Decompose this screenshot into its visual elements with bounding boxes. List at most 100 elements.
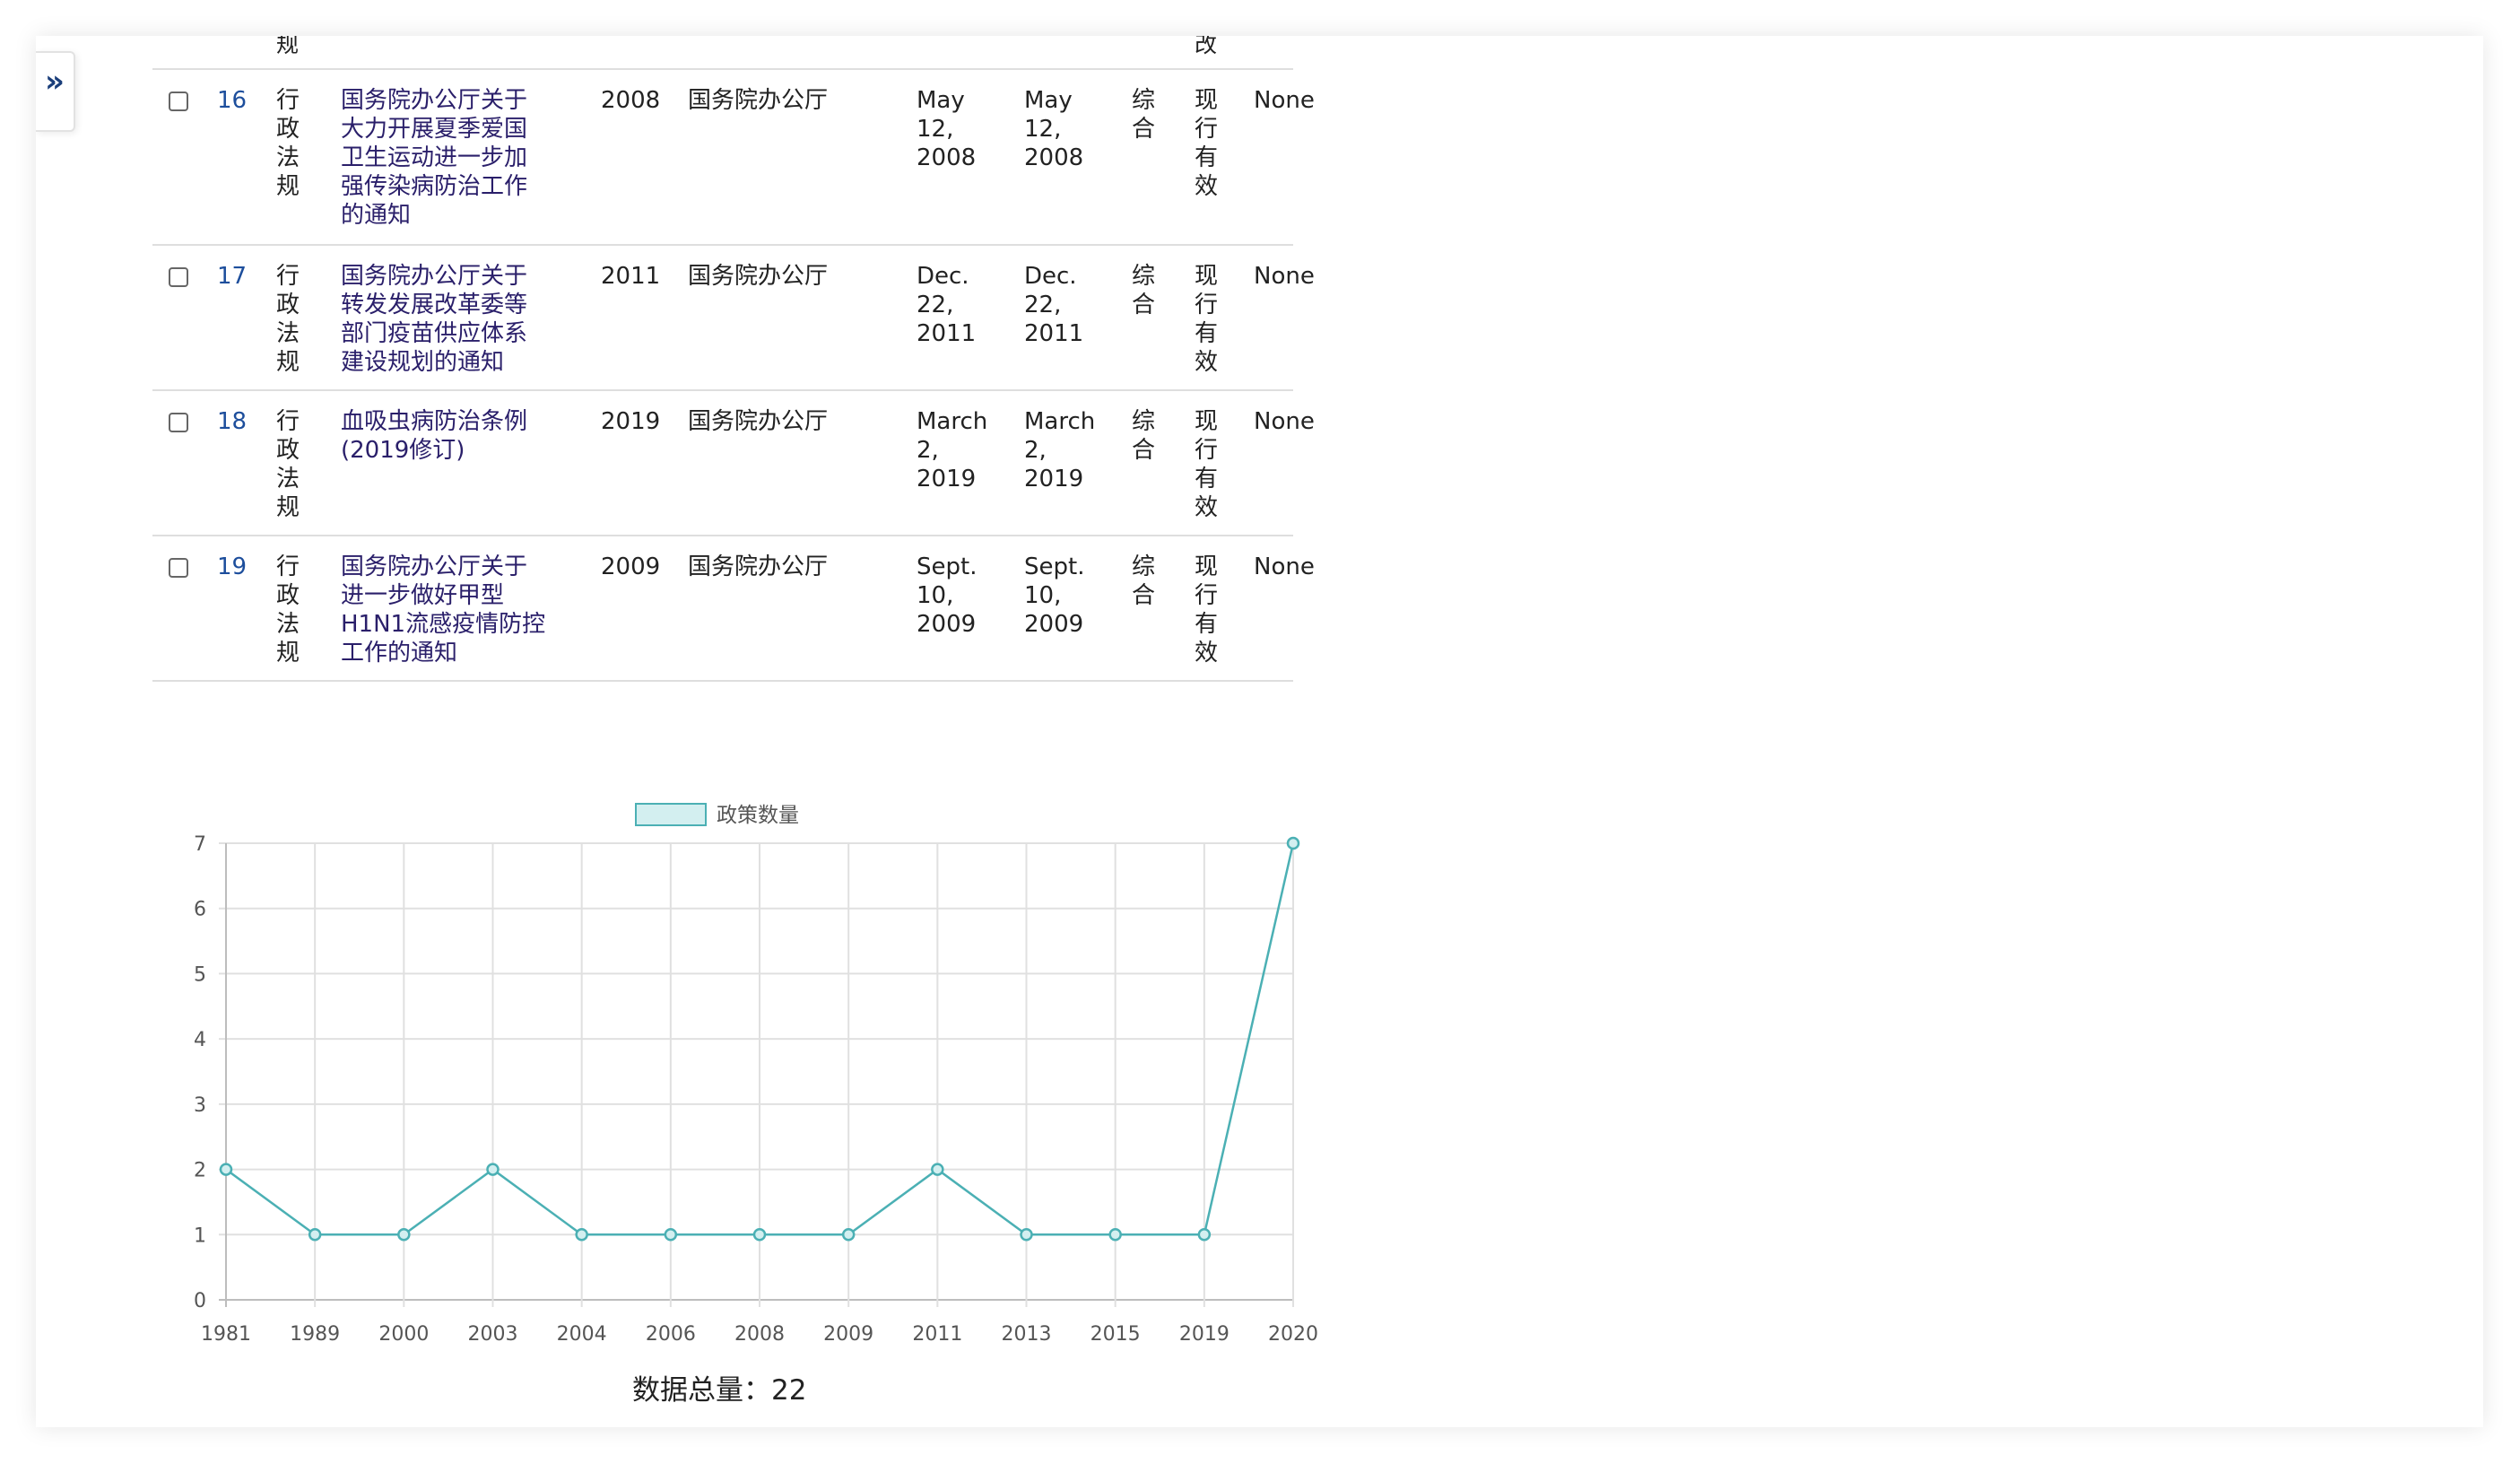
data-point (1020, 1228, 1033, 1242)
status-cell-tail: 改 (1195, 36, 1218, 57)
policy-title-line: 国务院办公厅关于 (341, 553, 528, 580)
x-tick-label: 2006 (646, 1323, 696, 1346)
policy-title-line: 国务院办公厅关于 (341, 263, 528, 290)
x-tick-label: 2003 (468, 1323, 518, 1346)
date-part: 2008 (1024, 144, 1084, 171)
page-card: » 规 改 16 行政法规 国务院办公厅关于 大力开展夏季爱国 卫生运动进一步加 强传染病… (36, 36, 2483, 1427)
date-part: Dec. (1024, 263, 1077, 290)
publish-date-cell: March 2, 2019 (917, 407, 997, 493)
row-select-checkbox[interactable] (169, 558, 188, 578)
extra-cell: None (1254, 87, 1315, 114)
data-point (664, 1228, 678, 1242)
date-part: 10, (1024, 582, 1062, 609)
policy-title-line: 部门疫苗供应体系 (341, 320, 528, 347)
date-part: 2019 (1024, 466, 1084, 492)
row-select-checkbox[interactable] (169, 413, 188, 432)
year-cell: 2009 (601, 553, 661, 580)
x-tick-label: 1981 (201, 1323, 251, 1346)
date-part: 2011 (917, 320, 977, 347)
type-cell: 行政法规 (276, 87, 300, 200)
policy-title-line: 国务院办公厅关于 (341, 87, 528, 114)
data-point (931, 1163, 944, 1176)
publish-date-cell: Dec. 22, 2011 (917, 262, 997, 348)
y-tick-label: 3 (194, 1094, 206, 1117)
data-point (1197, 1228, 1212, 1242)
x-tick-label: 2008 (734, 1323, 785, 1346)
issuing-org-cell: 国务院办公厅 (688, 553, 829, 580)
type-cell-tail: 规 (276, 36, 300, 57)
line-chart-svg: 0 1 2 3 4 5 6 7 1981 1989 2000 2003 2004 2006 2008 2009… (194, 803, 1318, 1346)
policy-table: 规 改 16 行政法规 国务院办公厅关于 大力开展夏季爱国 卫生运动进一步加 强传染病防治… (152, 36, 1315, 682)
date-part: Sept. (1024, 553, 1085, 580)
sidebar-expand-button[interactable]: » (36, 51, 75, 132)
policy-title-line: 的通知 (341, 202, 412, 229)
policy-title-link[interactable]: 国务院办公厅关于 大力开展夏季爱国 卫生运动进一步加 强传染病防治工作 的通知 (341, 86, 556, 230)
date-part: 12, (1024, 116, 1062, 143)
type-cell: 行政法规 (276, 553, 300, 667)
row-select-checkbox[interactable] (169, 92, 188, 111)
y-tick-label: 2 (194, 1160, 206, 1182)
y-tick-label: 6 (194, 899, 206, 921)
data-point (841, 1228, 856, 1242)
x-tick-label: 2009 (823, 1323, 873, 1346)
type-cell: 行政法规 (276, 263, 300, 376)
data-point (397, 1228, 411, 1242)
x-tick-label: 2000 (378, 1323, 429, 1346)
year-cell: 2011 (601, 263, 661, 290)
effective-date-cell: Dec. 22, 2011 (1024, 262, 1105, 348)
data-point (1108, 1228, 1122, 1242)
date-part: 2009 (917, 611, 977, 638)
data-point (308, 1228, 322, 1242)
category-cell: 综合 (1132, 263, 1156, 318)
extra-cell: None (1254, 553, 1315, 580)
policy-title-line: 卫生运动进一步加 (341, 144, 528, 171)
effective-date-cell: May 12, 2008 (1024, 86, 1105, 172)
row-index: 16 (217, 87, 248, 114)
policy-title-line: 大力开展夏季爱国 (341, 116, 528, 143)
data-point (575, 1228, 588, 1242)
date-part: March (917, 408, 988, 435)
issuing-org-cell: 国务院办公厅 (688, 263, 829, 290)
table-row: 17 行政法规 国务院办公厅关于 转发发展改革委等 部门疫苗供应体系 建设规划的通知 201… (152, 246, 1315, 391)
x-tick-label: 2020 (1268, 1323, 1318, 1346)
effective-date-cell: March 2, 2019 (1024, 407, 1105, 493)
y-tick-label: 1 (194, 1224, 206, 1247)
policy-title-line: 进一步做好甲型 (341, 582, 505, 609)
date-part: Dec. (917, 263, 969, 290)
status-cell: 现行有效 (1195, 87, 1219, 200)
issuing-org-cell: 国务院办公厅 (688, 87, 829, 114)
policy-title-line: 建设规划的通知 (341, 349, 505, 376)
publish-date-cell: May 12, 2008 (917, 86, 997, 172)
date-part: 22, (1024, 292, 1062, 318)
policy-title-link[interactable]: 国务院办公厅关于 进一步做好甲型 H1N1流感疫情防控 工作的通知 (341, 553, 556, 667)
year-cell: 2008 (601, 87, 661, 114)
policy-title-link[interactable]: 国务院办公厅关于 转发发展改革委等 部门疫苗供应体系 建设规划的通知 (341, 262, 556, 377)
date-part: May (1024, 87, 1073, 114)
policy-title-link[interactable]: 血吸虫病防治条例 (2019修订) (341, 407, 556, 465)
x-tick-label: 2015 (1091, 1323, 1141, 1346)
row-index: 18 (217, 408, 248, 435)
row-select-checkbox[interactable] (169, 267, 188, 287)
y-tick-label: 0 (194, 1290, 206, 1312)
legend-swatch (635, 803, 707, 826)
data-point (752, 1228, 767, 1242)
row-index: 19 (217, 553, 248, 580)
effective-date-cell: Sept. 10, 2009 (1024, 553, 1105, 639)
policy-title-line: 工作的通知 (341, 640, 458, 667)
date-part: Sept. (917, 553, 978, 580)
date-part: 22, (917, 292, 954, 318)
issuing-org-cell: 国务院办公厅 (688, 408, 829, 435)
policy-title-line: 血吸虫病防治条例 (341, 408, 528, 435)
data-point (219, 1163, 233, 1176)
date-part: May (917, 87, 965, 114)
y-tick-label: 4 (194, 1029, 206, 1051)
y-tick-label: 7 (194, 833, 206, 856)
y-tick-label: 5 (194, 963, 206, 986)
x-tick-label: 2019 (1179, 1323, 1230, 1346)
data-point (486, 1163, 500, 1176)
policy-count-chart: 0 1 2 3 4 5 6 7 1981 1989 2000 2003 2004 2006 2008 2009… (152, 754, 1336, 1381)
status-cell: 现行有效 (1195, 263, 1219, 376)
policy-title-line: H1N1流感疫情防控 (341, 611, 546, 638)
date-part: 2, (1024, 437, 1047, 464)
legend-label: 政策数量 (717, 804, 799, 827)
